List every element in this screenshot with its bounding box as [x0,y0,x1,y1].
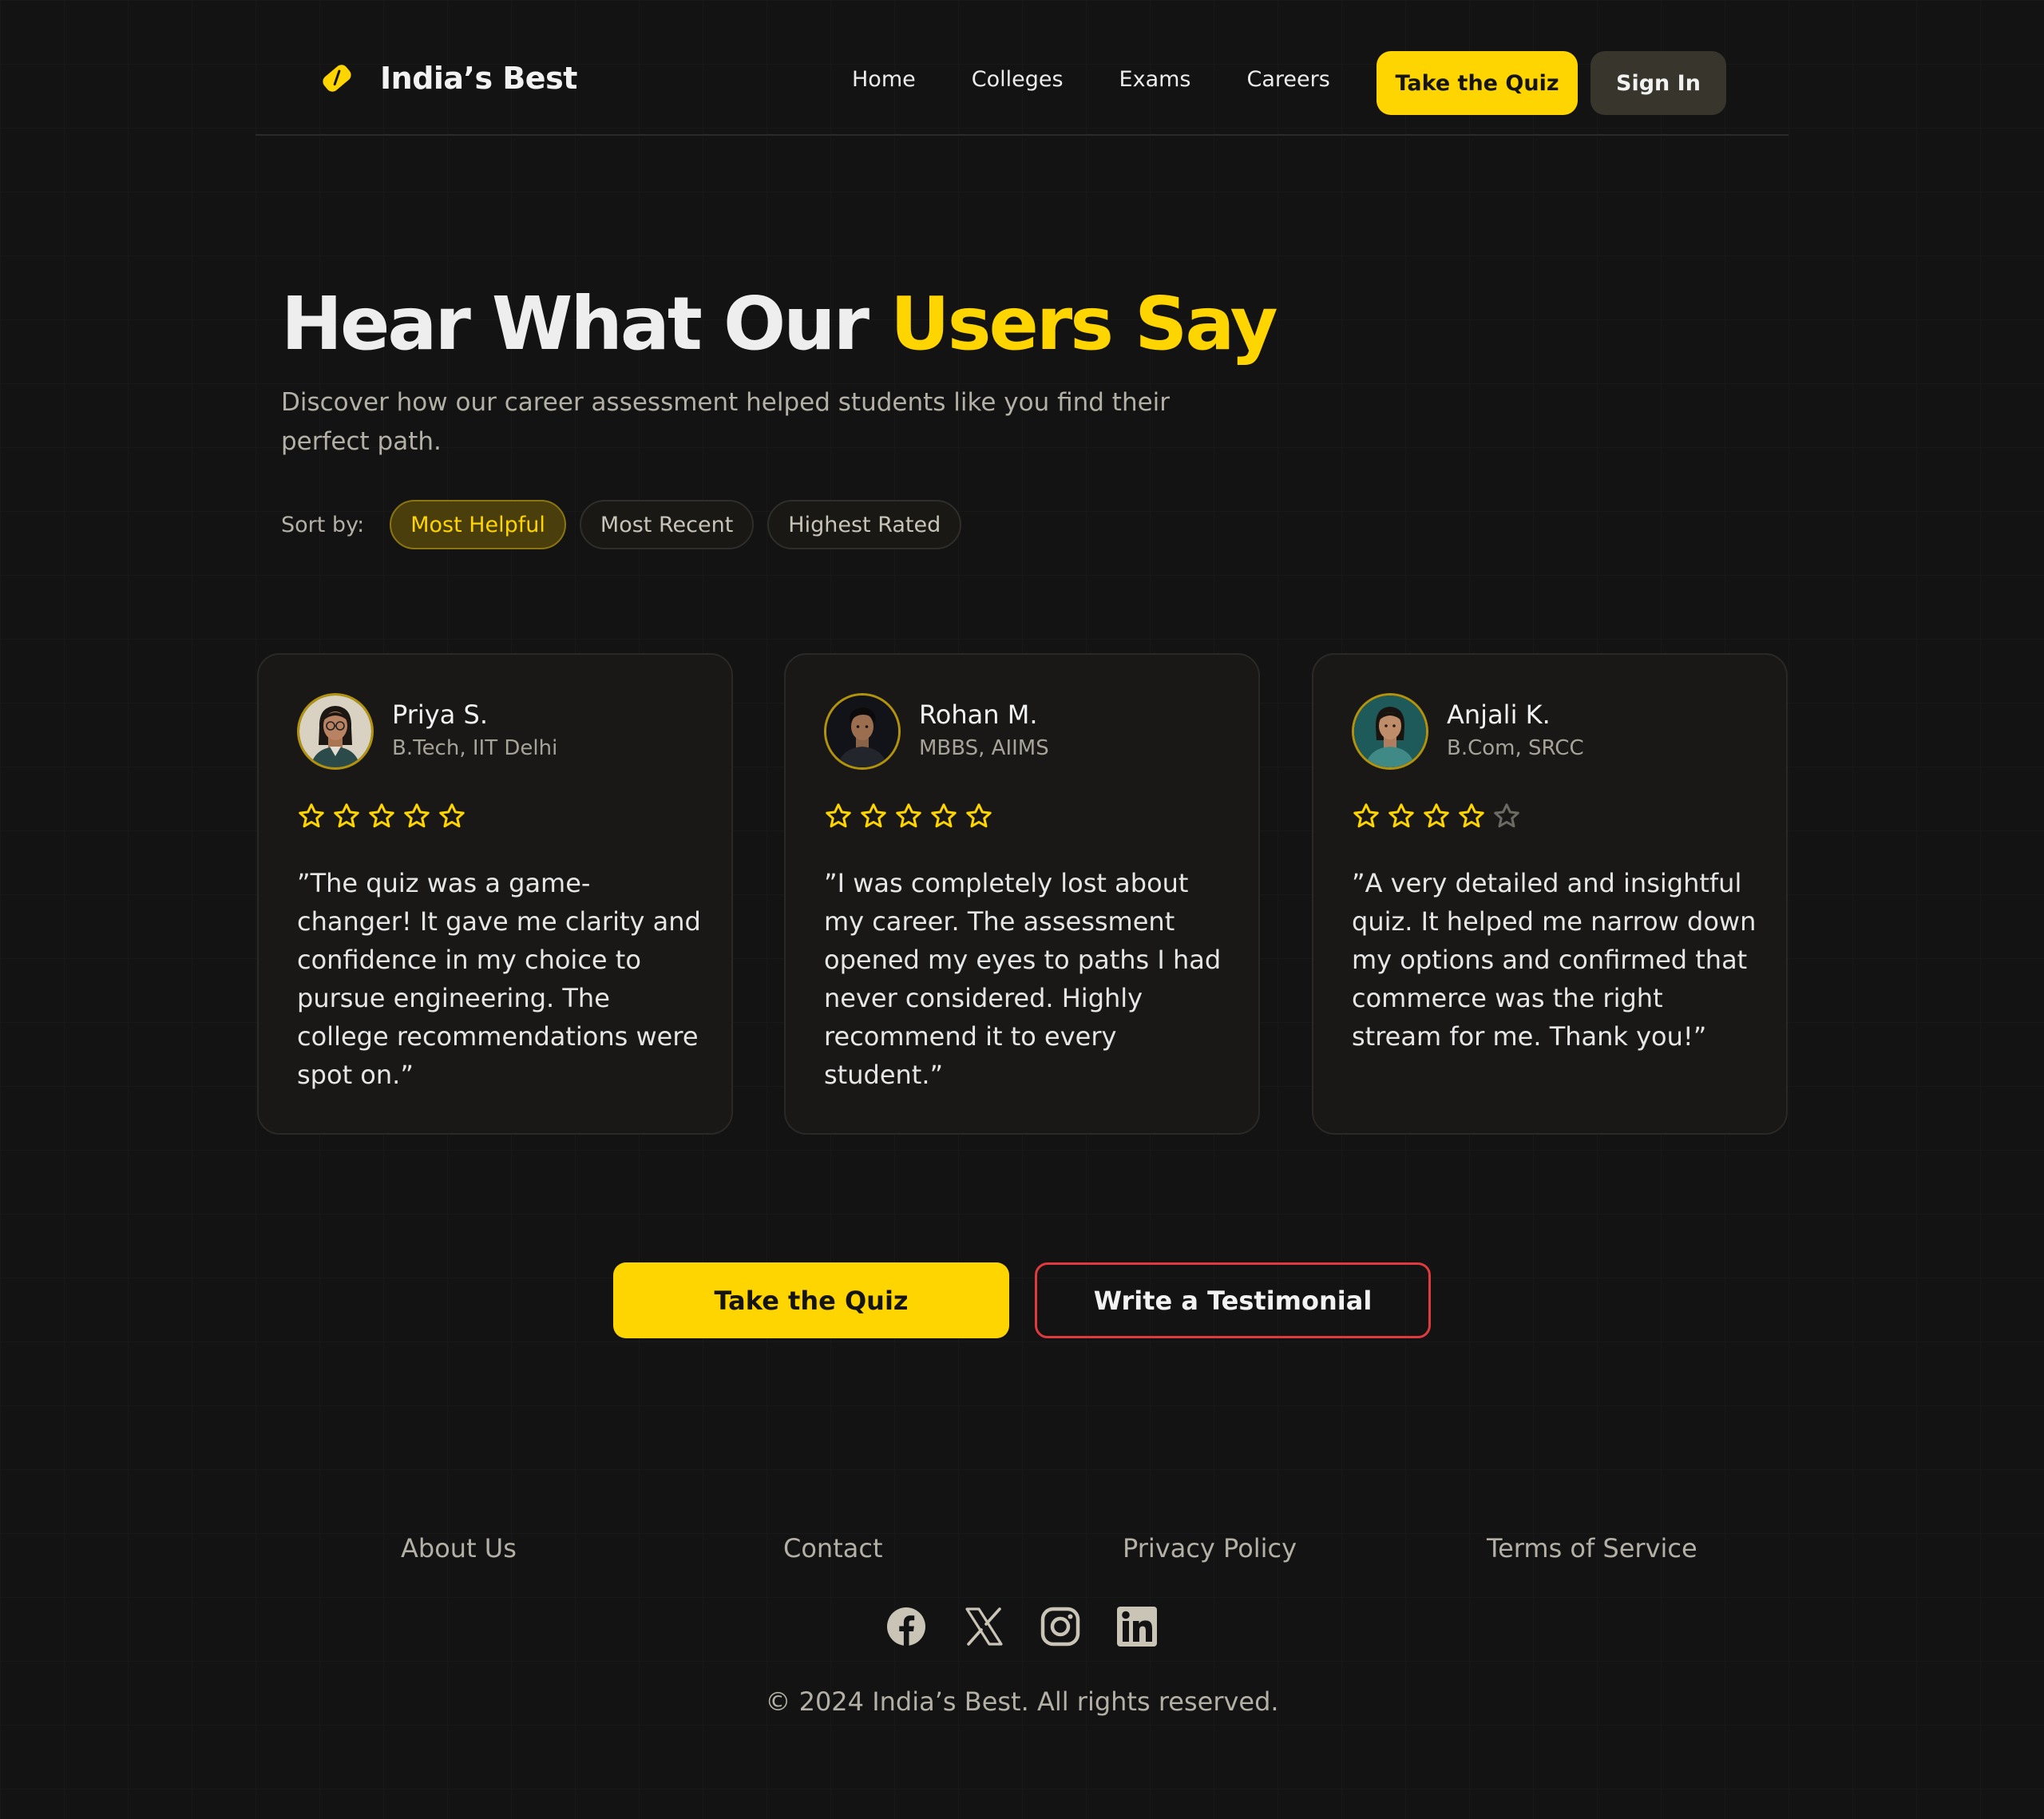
footer-contact[interactable]: Contact [783,1533,883,1563]
woman-glasses-avatar-icon [297,693,374,770]
star-filled-icon [334,803,359,828]
sign-in-button[interactable]: Sign In [1590,51,1726,115]
testimonial-quote: ”The quiz was a game-changer! It gave me… [297,868,701,1090]
man-avatar-icon [824,693,901,770]
testimonial-card: Rohan M. MBBS, AIIMS ”I was completely l… [784,653,1260,1135]
sort-most-helpful[interactable]: Most Helpful [390,500,566,549]
star-filled-icon [369,803,394,828]
star-empty-icon [1494,803,1519,828]
page-title: Hear What Our Users Say [281,281,1278,367]
page-subtitle: Discover how our career assessment helpe… [281,388,1171,456]
star-filled-icon [1388,803,1414,828]
nav-careers[interactable]: Careers [1247,67,1330,92]
footer-privacy-policy[interactable]: Privacy Policy [1123,1533,1297,1563]
nav-exams[interactable]: Exams [1119,67,1191,92]
footer-terms-of-service[interactable]: Terms of Service [1487,1533,1697,1563]
main-nav: Home Colleges Exams Careers [852,67,1386,92]
star-filled-icon [1424,803,1449,828]
reviewer-role: B.Tech, IIT Delhi [392,736,558,760]
reviewer-name: Rohan M. [919,699,1038,730]
star-filled-icon [826,803,851,828]
logo[interactable]: India’s Best [319,61,577,96]
brand-name: India’s Best [380,61,577,96]
title-plain: Hear What Our [281,281,891,367]
copyright: © 2024 India’s Best. All rights reserved… [765,1686,1279,1717]
take-quiz-header-button[interactable]: Take the Quiz [1377,51,1578,115]
linkedin-icon[interactable] [1117,1607,1157,1647]
testimonial-card: Priya S. B.Tech, IIT Delhi ”The quiz was… [257,653,733,1135]
sort-most-recent[interactable]: Most Recent [579,500,755,549]
star-filled-icon [299,803,324,828]
star-filled-icon [861,803,886,828]
reviewer-name: Anjali K. [1447,699,1551,730]
star-filled-icon [966,803,992,828]
testimonial-card: Anjali K. B.Com, SRCC ”A very detailed a… [1312,653,1788,1135]
testimonial-quote: ”A very detailed and insightful quiz. It… [1352,868,1757,1052]
footer-about-us[interactable]: About Us [401,1533,517,1563]
nav-home[interactable]: Home [852,67,916,92]
logo-icon [323,65,351,92]
facebook-icon[interactable] [886,1607,926,1647]
x-icon[interactable] [964,1607,1004,1647]
reviewer-role: B.Com, SRCC [1447,736,1584,760]
nav-colleges[interactable]: Colleges [972,67,1064,92]
star-filled-icon [404,803,430,828]
instagram-icon[interactable] [1040,1607,1080,1647]
star-filled-icon [896,803,921,828]
reviewer-role: MBBS, AIIMS [919,736,1049,760]
testimonial-quote: ”I was completely lost about my career. … [824,868,1222,1090]
woman-avatar-icon [1352,693,1428,770]
sort-bar: Sort by: Most Helpful Most Recent Highes… [281,500,975,549]
star-filled-icon [439,803,465,828]
star-filled-icon [1353,803,1379,828]
page: India’s Best Home Colleges Exams Careers… [0,0,2044,1819]
site-header: India’s Best Home Colleges Exams Careers… [256,0,1788,136]
star-filled-icon [931,803,957,828]
take-quiz-button[interactable]: Take the Quiz [613,1262,1009,1338]
title-highlight: Users Say [890,281,1278,367]
rating-stars [824,802,1000,830]
sort-label: Sort by: [281,512,365,537]
rating-stars [297,802,473,830]
write-testimonial-button[interactable]: Write a Testimonial [1035,1262,1431,1338]
sort-highest-rated[interactable]: Highest Rated [767,500,962,549]
reviewer-name: Priya S. [392,699,488,730]
star-filled-icon [1459,803,1484,828]
rating-stars [1352,802,1527,830]
